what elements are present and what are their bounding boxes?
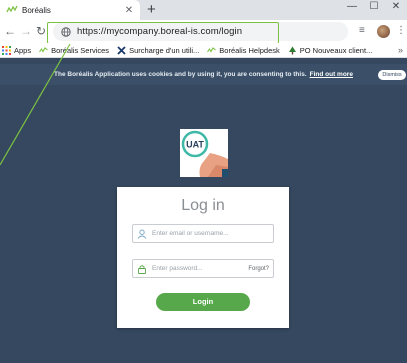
reading-list-icon[interactable]: ≡ (359, 24, 365, 38)
uat-logo-text: UAT (186, 140, 204, 150)
globe-icon (61, 26, 71, 37)
tab-strip: Boréalis ✕ + — ☐ ✕ (0, 0, 407, 20)
tree-icon (288, 46, 296, 54)
email-placeholder: Enter email or username... (152, 230, 229, 237)
login-button[interactable]: Login (156, 293, 250, 311)
x-logo-icon (117, 45, 126, 55)
bookmark-apps[interactable]: Apps (2, 45, 32, 55)
bookmark-label: Boréalis Helpdesk (219, 45, 280, 55)
bookmark-borealis-services[interactable]: Boréalis Services (39, 46, 109, 55)
password-placeholder: Enter password... (152, 265, 203, 272)
borealis-icon (207, 46, 217, 53)
more-bookmarks-icon[interactable]: » (398, 43, 403, 57)
bookmark-label: Apps (14, 45, 32, 55)
dismiss-button[interactable]: Dismiss (378, 70, 406, 80)
uat-stamp-icon: UAT (180, 129, 228, 177)
url-text: https://mycompany.boreal-is.com/login (77, 26, 243, 37)
close-window-button[interactable]: ✕ (385, 0, 407, 20)
reload-icon[interactable]: ↻ (36, 23, 46, 40)
address-bar[interactable]: https://mycompany.boreal-is.com/login (53, 22, 348, 41)
forward-arrow-icon[interactable]: → (20, 23, 32, 40)
bookmark-po-nouveaux[interactable]: PO Nouveaux client... (288, 45, 373, 55)
profile-avatar[interactable] (377, 25, 390, 38)
tab-title: Boréalis (22, 5, 51, 15)
login-title: Log in (181, 197, 225, 214)
email-field[interactable]: Enter email or username... (132, 224, 274, 243)
uat-logo: UAT (180, 129, 228, 177)
apps-grid-icon (2, 45, 11, 55)
minimize-button[interactable]: — (341, 0, 363, 20)
find-out-more-link[interactable]: Find out more (310, 71, 353, 78)
bookmarks-bar: Apps Boréalis Services Surcharge d'un ut… (0, 43, 407, 58)
cookie-banner: The Boréalis Application uses cookies an… (0, 64, 407, 85)
bookmark-surcharge[interactable]: Surcharge d'un utili... (117, 46, 199, 55)
password-field[interactable]: Enter password... Forgot? (132, 259, 274, 278)
forgot-password-link[interactable]: Forgot? (248, 266, 269, 272)
new-tab-button[interactable]: + (147, 1, 156, 19)
menu-icon[interactable]: ⋮ (396, 24, 406, 38)
bookmark-borealis-helpdesk[interactable]: Boréalis Helpdesk (207, 45, 280, 55)
borealis-favicon-icon (6, 5, 18, 13)
bookmark-label: Boréalis Services (51, 45, 110, 55)
tab-close-icon[interactable]: ✕ (122, 5, 136, 16)
cookie-message: The Boréalis Application uses cookies an… (54, 71, 307, 78)
bookmark-label: PO Nouveaux client... (299, 45, 373, 55)
back-arrow-icon[interactable]: ← (4, 23, 16, 40)
login-card: Log in Enter email or username... Enter … (117, 187, 289, 328)
user-icon (137, 229, 147, 239)
browser-toolbar: ← → ↻ https://mycompany.boreal-is.com/lo… (0, 20, 407, 43)
lock-icon (138, 264, 146, 274)
borealis-icon (39, 46, 48, 53)
bookmark-label: Surcharge d'un utili... (129, 45, 200, 55)
maximize-button[interactable]: ☐ (363, 0, 385, 20)
browser-tab[interactable]: Boréalis ✕ (0, 0, 140, 20)
